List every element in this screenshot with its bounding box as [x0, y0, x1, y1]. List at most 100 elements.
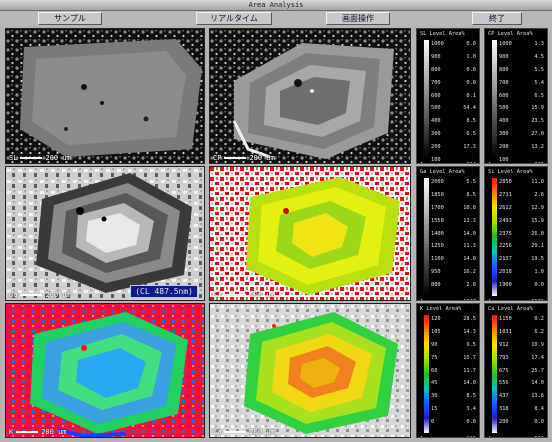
area-value: 15.7 [463, 354, 476, 361]
area-value: 11.0 [531, 179, 544, 185]
area-value: 0.1 [466, 92, 476, 99]
area-value: 12.9 [531, 204, 544, 211]
level-value: 2493 [499, 217, 512, 224]
level-values: 1150 1031 912 793 675 556 437 318 200 [499, 313, 527, 437]
level-value: 800 [431, 66, 441, 73]
area-value: 25.7 [531, 367, 544, 374]
scale-bar [20, 157, 43, 159]
area-value: 13.6 [531, 393, 544, 400]
area-value: 11.3 [463, 217, 476, 224]
level-values: 2850 2731 2612 2493 2375 2256 2137 2018 1900 [499, 176, 527, 300]
area-value: 8.4 [534, 406, 544, 413]
level-value: 45 [431, 380, 438, 387]
level-value: 15 [431, 406, 438, 413]
area-values: 0.2 6.2 10.9 17.4 25.7 14.0 13.6 8.4 0.0 [524, 313, 544, 437]
level-value: 1550 [431, 217, 444, 224]
level-value: 75 [431, 354, 438, 361]
k-image-panel[interactable]: K 200 um [5, 303, 205, 438]
area-value: 15.9 [531, 217, 544, 224]
ga-image-panel[interactable]: Ga 200 um (CL 487.5nm) [5, 166, 205, 301]
area-value: 2.6 [534, 191, 544, 198]
level-value: 300 [499, 131, 509, 138]
area-value: 15.9 [531, 105, 544, 112]
level-value: 700 [431, 79, 441, 86]
sl-backscatter-image [6, 29, 204, 163]
level-value: 90 [431, 341, 438, 348]
area-value: 0.0 [466, 79, 476, 86]
level-value: 600 [431, 92, 441, 99]
scale-bar [224, 157, 247, 159]
color-scale-bar [424, 315, 429, 433]
level-value: 200 [499, 419, 509, 426]
area-value: 9.5 [466, 341, 476, 348]
area-values: 28.5 14.3 9.5 15.7 11.7 14.0 8.5 3.4 0.0 [456, 313, 476, 437]
area-value: 8.5 [466, 118, 476, 125]
level-value: 1000 [431, 41, 444, 47]
area-value: 3.4 [466, 406, 476, 413]
level-value [499, 429, 527, 437]
level-values: 120 105 90 75 60 45 30 15 0 [431, 313, 459, 437]
level-value: 200 [499, 144, 509, 151]
level-value: 1000 [499, 41, 512, 47]
scale-header: Si Level Area% [488, 169, 533, 175]
level-value: 105 [431, 328, 441, 335]
area-value: 6.5 [466, 131, 476, 138]
area-value: 17.3 [463, 144, 476, 151]
level-value [499, 292, 527, 300]
scale-bar [224, 431, 247, 433]
level-value: 900 [431, 53, 441, 60]
cl-wavelength-tag: (CL 487.5nm) [130, 285, 198, 298]
scale-bar [224, 294, 247, 296]
level-value: 437 [499, 393, 509, 400]
realtime-button[interactable]: リアルタイム [196, 12, 272, 25]
level-value: 200 [431, 144, 441, 151]
level-value: 1900 [499, 282, 512, 289]
ga-panel-label: Ga 200 um [9, 291, 71, 299]
scale-bar [16, 431, 39, 433]
level-value: 2137 [499, 256, 512, 263]
level-values: 1000 900 800 700 600 500 400 300 200 100 [499, 38, 527, 163]
level-value: 318 [499, 406, 509, 413]
si-image-panel[interactable]: Si 200 um [209, 166, 411, 301]
sample-button[interactable]: サンプル [38, 12, 102, 25]
toolbar: サンプル リアルタイム 画面操作 終了 [0, 11, 552, 26]
area-values: 11.0 2.6 12.9 15.9 26.0 29.1 19.5 1.0 0.0 [524, 176, 544, 300]
cp-image-panel[interactable]: CP 200 um [209, 28, 411, 164]
scale-header: Ca Level Area% [488, 306, 533, 312]
area-value: 10.8 [463, 204, 476, 211]
level-value: 1100 [431, 256, 444, 263]
level-value: 100 [431, 157, 441, 164]
area-value: 4.5 [534, 53, 544, 60]
color-scale-bar [424, 178, 429, 296]
color-scale-bar [492, 178, 497, 296]
level-value: 2850 [499, 179, 512, 185]
sl-panel-label: SL 200 um [9, 154, 71, 162]
ca-image-panel[interactable]: Ca 200 um [209, 303, 411, 438]
area-value: 1.3 [534, 41, 544, 47]
window-titlebar[interactable]: Area Analysis [0, 0, 552, 11]
level-value: 700 [499, 79, 509, 86]
level-value: 950 [431, 269, 441, 276]
sl-image-panel[interactable]: SL 200 um [5, 28, 205, 164]
scale-header: CP Level Area% [488, 31, 533, 37]
area-value: 23.5 [531, 118, 544, 125]
area-value: 16.2 [463, 269, 476, 276]
level-values: 1000 900 800 700 600 500 400 300 200 100 [431, 38, 459, 164]
color-scale-bar [492, 315, 497, 433]
area-value: 14.0 [531, 380, 544, 387]
area-value: 27.0 [531, 131, 544, 138]
area-value: 14.0 [463, 230, 476, 237]
level-value: 2018 [499, 269, 512, 276]
k-panel-label: K 200 um [9, 428, 67, 436]
cp-level-scale: CP Level Area% 1000 900 800 700 600 500 400 300 2… [484, 28, 548, 164]
area-value: 26.0 [531, 230, 544, 237]
level-value: 675 [499, 367, 509, 374]
area-value: 14.0 [463, 256, 476, 263]
area-value: 11.7 [463, 367, 476, 374]
image-ops-button[interactable]: 画面操作 [326, 12, 390, 25]
exit-button[interactable]: 終了 [472, 12, 522, 25]
color-scale-bar [424, 40, 429, 158]
level-value: 500 [431, 105, 441, 112]
area-value: 0.2 [534, 316, 544, 322]
area-value: 0.0 [466, 66, 476, 73]
